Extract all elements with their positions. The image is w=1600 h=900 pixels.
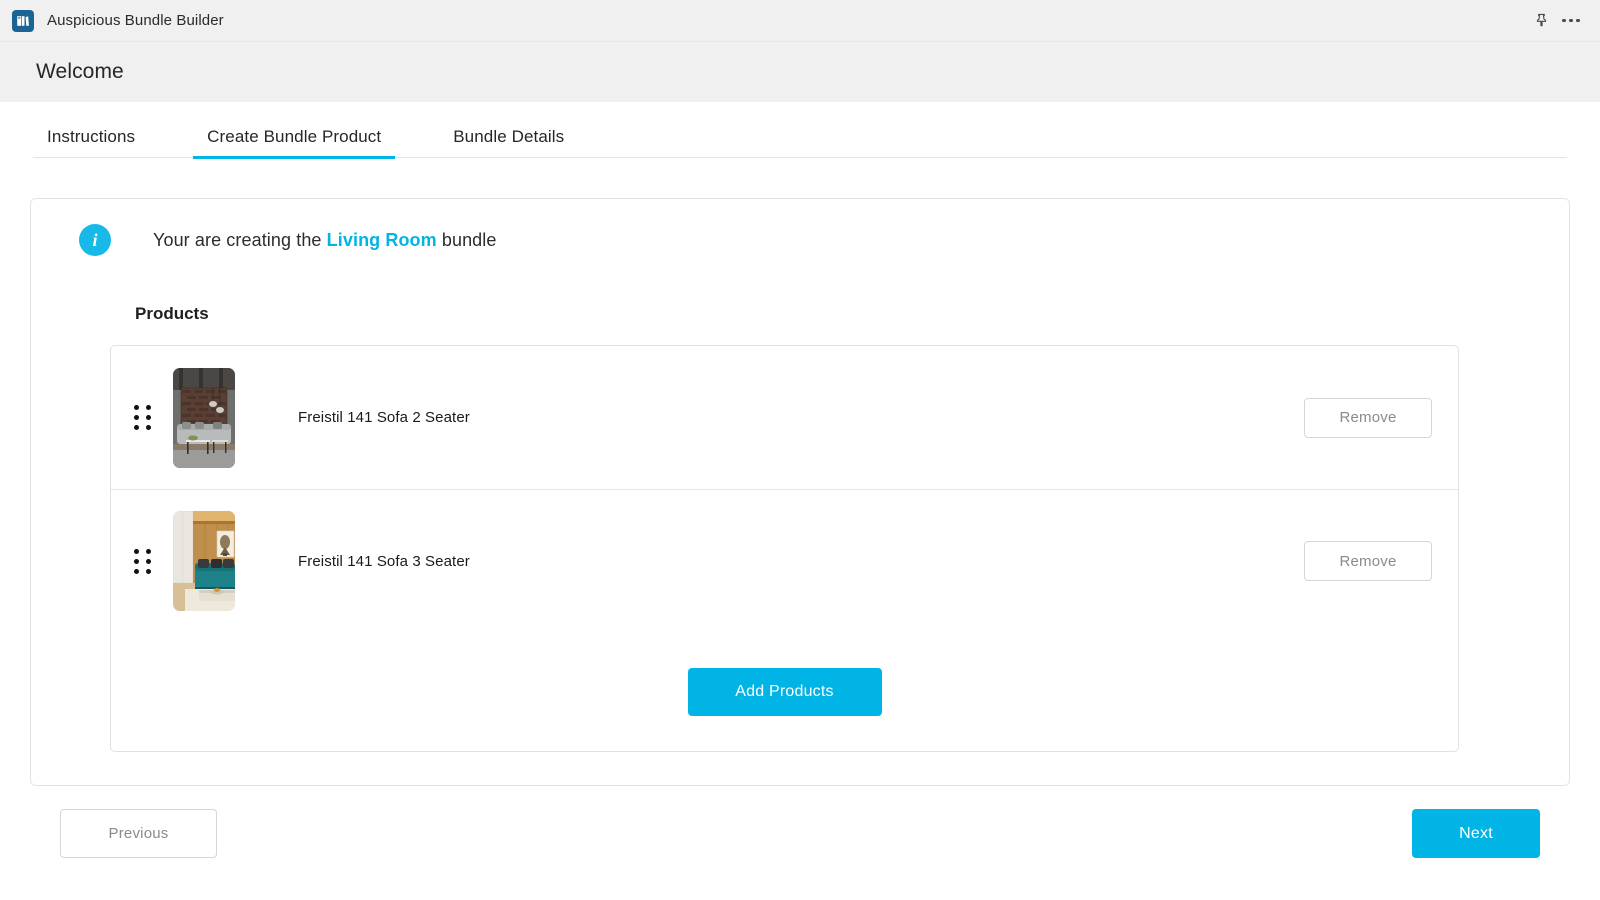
- remove-button[interactable]: Remove: [1304, 541, 1432, 581]
- table-row[interactable]: Freistil 141 Sofa 3 Seater Remove: [111, 489, 1458, 632]
- bundle-app-icon: [12, 9, 34, 32]
- add-products-area: Add Products: [111, 632, 1458, 751]
- add-products-button[interactable]: Add Products: [687, 668, 882, 716]
- tab-bundle-details[interactable]: Bundle Details: [439, 128, 578, 158]
- pin-icon[interactable]: [1526, 6, 1556, 36]
- previous-button[interactable]: Previous: [60, 809, 217, 858]
- drag-handle-icon[interactable]: [111, 548, 173, 574]
- info-icon: i: [79, 224, 111, 256]
- info-text-before: Your are creating the: [153, 229, 327, 250]
- main-content: i Your are creating the Living Room bund…: [0, 158, 1600, 858]
- bundle-builder-card: i Your are creating the Living Room bund…: [30, 198, 1570, 786]
- remove-button[interactable]: Remove: [1304, 397, 1432, 438]
- wizard-footer: Previous Next: [30, 786, 1570, 858]
- info-text-after: bundle: [436, 229, 497, 250]
- welcome-bar: Welcome: [0, 42, 1600, 102]
- product-name: Freistil 141 Sofa 2 Seater: [298, 409, 470, 426]
- page-title: Welcome: [36, 60, 124, 83]
- table-row[interactable]: Freistil 141 Sofa 2 Seater Remove: [111, 346, 1458, 489]
- products-heading: Products: [135, 304, 209, 323]
- products-list: Freistil 141 Sofa 2 Seater Remove Freist…: [110, 345, 1459, 752]
- drag-handle-icon[interactable]: [111, 405, 173, 430]
- info-banner-text: Your are creating the Living Room bundle: [153, 230, 497, 251]
- more-options-icon[interactable]: [1556, 6, 1586, 36]
- next-button[interactable]: Next: [1412, 809, 1540, 858]
- window-titlebar: Auspicious Bundle Builder: [0, 0, 1600, 42]
- product-thumbnail: [173, 511, 235, 611]
- tab-instructions[interactable]: Instructions: [33, 128, 149, 158]
- tab-bar: Instructions Create Bundle Product Bundl…: [0, 102, 1600, 159]
- product-thumbnail: [173, 367, 235, 468]
- product-name: Freistil 141 Sofa 3 Seater: [298, 552, 470, 570]
- bundle-name-highlight: Living Room: [326, 229, 437, 250]
- tab-create-bundle-product[interactable]: Create Bundle Product: [193, 128, 396, 159]
- info-banner: i Your are creating the Living Room bund…: [31, 224, 1569, 256]
- app-title: Auspicious Bundle Builder: [47, 12, 224, 29]
